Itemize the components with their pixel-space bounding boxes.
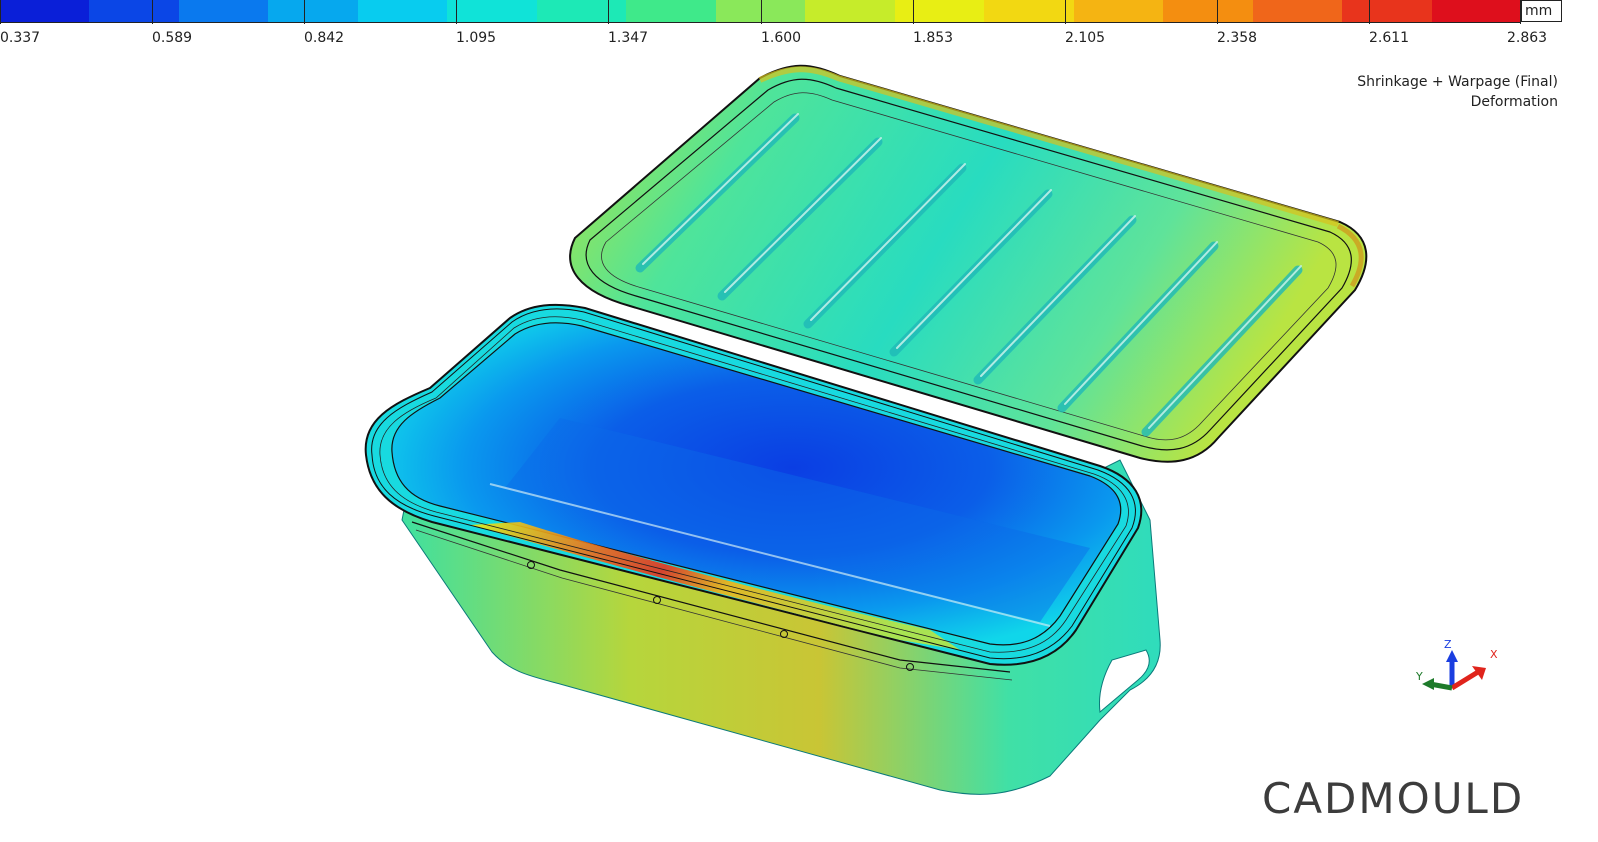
coordinate-triad: Z X Y xyxy=(1415,638,1498,691)
triad-x-label: X xyxy=(1490,648,1498,661)
triad-y-label: Y xyxy=(1415,670,1423,683)
triad-z-label: Z xyxy=(1444,638,1452,651)
model-viewport[interactable]: Z X Y xyxy=(0,0,1598,842)
cadmould-logo: CADMOULD xyxy=(1262,774,1525,823)
